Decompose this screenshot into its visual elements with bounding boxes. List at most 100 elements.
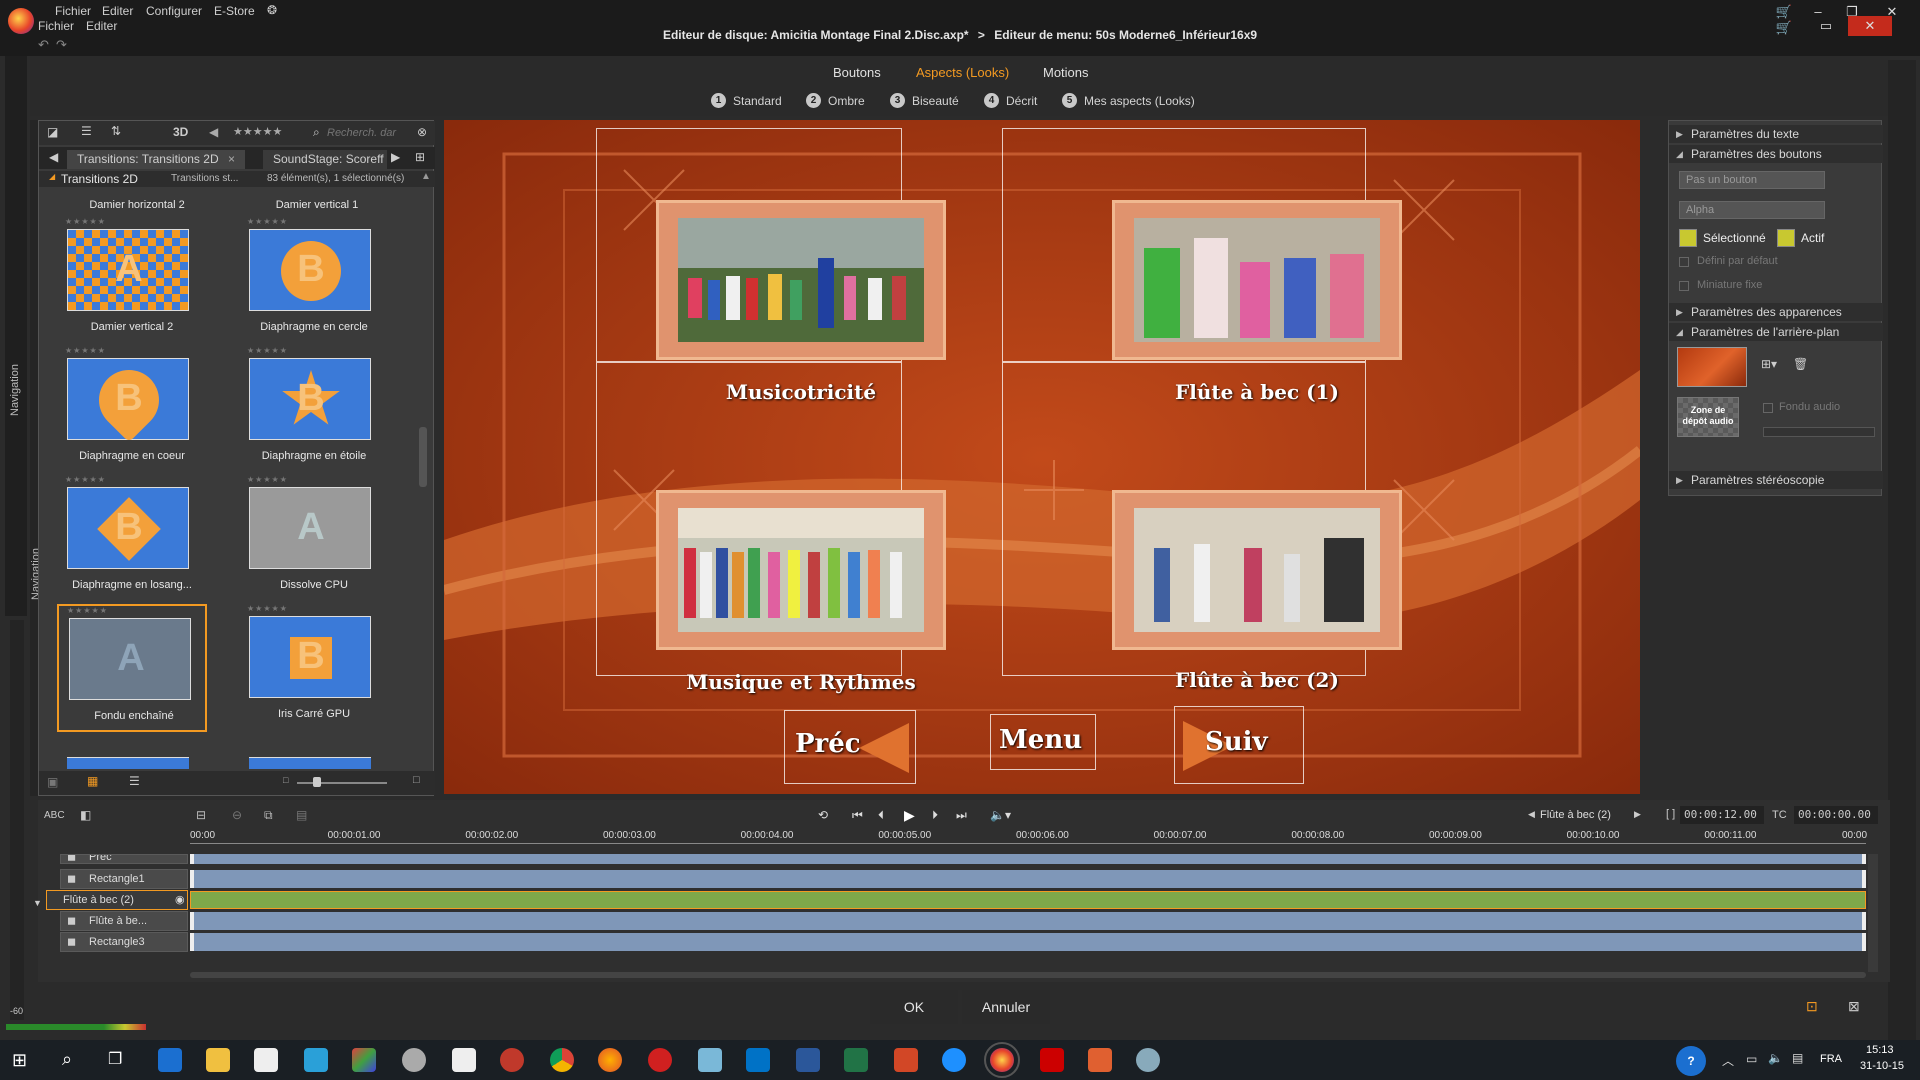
section-background-params[interactable]: ◢ Paramètres de l'arrière-plan — [1669, 323, 1883, 341]
visibility-eye-icon[interactable]: ◉ — [175, 891, 185, 909]
tile-rating[interactable]: ★★★★★ — [65, 346, 106, 355]
app-icon-4[interactable] — [500, 1048, 524, 1072]
thumb-size-slider[interactable] — [297, 782, 387, 784]
transition-tile[interactable]: ★★★★★ A Damier vertical 2 — [57, 217, 207, 345]
transition-tile[interactable]: ★★★★★ B Diaphragme en étoile — [239, 346, 389, 474]
step-biseaute[interactable]: 3 Biseauté — [890, 93, 959, 108]
selected-color-swatch[interactable] — [1679, 229, 1697, 247]
app-icon-3[interactable] — [402, 1048, 426, 1072]
clock-date[interactable]: 31-10-15 — [1860, 1060, 1904, 1072]
maximize-icon[interactable]: ▭ — [1810, 16, 1842, 36]
tab-boutons[interactable]: Boutons — [833, 65, 881, 80]
close-button[interactable]: ✕ — [1848, 16, 1892, 36]
pinnacle-taskbar-icon[interactable] — [984, 1042, 1020, 1078]
speaker-icon[interactable]: 🔈 — [1768, 1051, 1783, 1065]
tab-soundstage[interactable]: SoundStage: Scoreff — [263, 150, 387, 169]
transition-tile[interactable]: ★★★★★ B Diaphragme en coeur — [57, 346, 207, 474]
ie-icon[interactable] — [942, 1048, 966, 1072]
firefox-icon[interactable] — [598, 1048, 622, 1072]
tile-rating[interactable]: ★★★★★ — [247, 346, 288, 355]
tile-rating[interactable]: ★★★★★ — [247, 475, 288, 484]
tile-rating[interactable]: ★★★★★ — [247, 604, 288, 613]
tile-damier-horizontal-2[interactable]: Damier horizontal 2 — [39, 199, 235, 211]
timeline-ruler[interactable]: 00:00 00:00:01.00 00:00:02.00 00:00:03.00 00… — [38, 800, 1890, 846]
button-flute-2[interactable] — [1112, 490, 1402, 650]
track-label[interactable]: Préc◼◉ — [60, 854, 188, 864]
chrome-icon[interactable] — [550, 1048, 574, 1072]
tile-rating[interactable]: ★★★★★ — [65, 217, 106, 226]
track-clip[interactable] — [190, 891, 1866, 909]
tag-icon[interactable]: ◀ — [209, 125, 218, 139]
track-clip[interactable] — [190, 933, 1866, 951]
tile-thumbnail-partial[interactable] — [249, 757, 371, 769]
search-taskbar-icon[interactable]: ⌕ — [62, 1049, 72, 1070]
app-icon-1[interactable] — [304, 1048, 328, 1072]
audio-level-bar[interactable] — [1763, 427, 1875, 437]
track-label[interactable]: Rectangle1◼◉ — [60, 869, 205, 889]
button-musicotricite[interactable] — [656, 200, 946, 360]
caption-musicotricite[interactable]: Musicotricité — [656, 380, 946, 404]
acrobat-icon[interactable] — [1040, 1048, 1064, 1072]
audio-drop-zone[interactable]: Zone de dépôt audio — [1677, 397, 1739, 437]
tab-motions[interactable]: Motions — [1043, 65, 1089, 80]
outlook-icon[interactable] — [746, 1048, 770, 1072]
caption-flute-2[interactable]: Flûte à bec (2) — [1112, 668, 1402, 692]
fullscreen-icon[interactable]: ⊠ — [1848, 998, 1860, 1015]
app-icon-6[interactable] — [698, 1048, 722, 1072]
task-view-icon[interactable]: ❐ — [108, 1049, 122, 1069]
thumb-size-handle[interactable] — [313, 777, 321, 787]
tray-up-icon[interactable]: ︿ — [1722, 1052, 1734, 1069]
menu-estore[interactable]: E-Store — [214, 4, 255, 18]
default-checkbox[interactable] — [1679, 257, 1689, 267]
menu-preview[interactable]: Musicotricité Flûte à bec (1) Musique et… — [444, 120, 1640, 794]
breadcrumb[interactable]: Transitions st... — [171, 173, 238, 184]
sort-icon[interactable]: ⇅ — [111, 124, 121, 138]
transition-tile[interactable]: ★★★★★ B Diaphragme en cercle — [239, 217, 389, 345]
step-decrit[interactable]: 4 Décrit — [984, 93, 1037, 108]
ok-button[interactable]: OK — [870, 990, 958, 1024]
track-clip[interactable] — [190, 854, 1866, 864]
delete-background-icon[interactable]: 🗑 — [1793, 357, 1808, 371]
track-scrollbar[interactable] — [1868, 854, 1878, 972]
library-search-input[interactable] — [327, 124, 413, 142]
step-mes-aspects[interactable]: 5 Mes aspects (Looks) — [1062, 93, 1195, 108]
clock-time[interactable]: 15:13 — [1866, 1044, 1894, 1056]
section-button-params[interactable]: ◢ Paramètres des boutons — [1669, 145, 1883, 163]
details-view-icon[interactable]: ☰ — [129, 774, 140, 788]
thumbnail-checkbox[interactable] — [1679, 281, 1689, 291]
tile-rating[interactable]: ★★★★★ — [247, 217, 288, 226]
language-indicator[interactable]: FRA — [1820, 1053, 1842, 1065]
button-flute-1[interactable] — [1112, 200, 1402, 360]
tab-close-icon[interactable]: × — [228, 152, 235, 166]
library-pin-footer-icon[interactable]: ▣ — [47, 775, 58, 789]
calculator-icon[interactable] — [452, 1048, 476, 1072]
powerpoint-icon[interactable] — [894, 1048, 918, 1072]
timeline-scrollbar[interactable] — [190, 972, 1866, 978]
tile-thumbnail-partial[interactable] — [67, 757, 189, 769]
grid-view-icon[interactable]: ▦ — [87, 774, 98, 788]
tile-rating[interactable]: ★★★★★ — [67, 606, 108, 615]
excel-icon[interactable] — [844, 1048, 868, 1072]
group-collapse-icon[interactable]: ▼ — [33, 894, 42, 912]
caption-flute-1[interactable]: Flûte à bec (1) — [1112, 380, 1402, 404]
notification-icon[interactable]: ▤ — [1792, 1051, 1803, 1065]
prev-button[interactable]: Préc — [784, 710, 916, 784]
step-ombre[interactable]: 2 Ombre — [806, 93, 865, 108]
app-icon-7[interactable] — [1088, 1048, 1112, 1072]
menu-configurer[interactable]: Configurer — [146, 4, 202, 18]
file-explorer-icon[interactable] — [206, 1048, 230, 1072]
library-pin-icon[interactable]: ◪ — [47, 125, 58, 139]
help-icon[interactable]: ❂ — [267, 3, 277, 17]
folder-arrow-icon[interactable]: ◢ — [49, 172, 55, 181]
step-standard[interactable]: 1 Standard — [711, 93, 782, 108]
transition-tile[interactable]: ★★★★★ B Diaphragme en losang... — [57, 475, 207, 603]
library-scrollbar[interactable] — [419, 427, 427, 487]
background-thumbnail[interactable] — [1677, 347, 1747, 387]
app-icon-2[interactable] — [352, 1048, 376, 1072]
scroll-up-icon[interactable]: ▲ — [421, 171, 431, 182]
store-icon[interactable] — [254, 1048, 278, 1072]
track-clip[interactable] — [190, 870, 1866, 888]
transition-tile[interactable]: ★★★★★ A Fondu enchaîné — [57, 604, 207, 732]
preview-mode-icon[interactable]: ⊡ — [1806, 998, 1818, 1015]
transition-tile[interactable]: ★★★★★ B Iris Carré GPU — [239, 604, 389, 732]
